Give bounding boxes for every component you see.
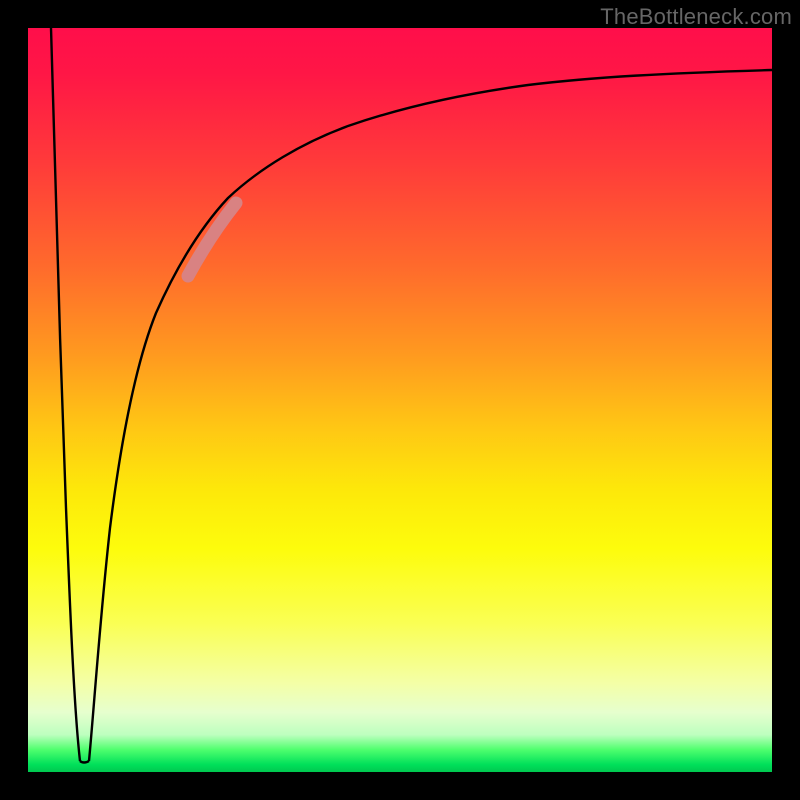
watermark-text: TheBottleneck.com bbox=[600, 4, 792, 30]
left-descending-curve bbox=[51, 28, 80, 761]
valley-bottom bbox=[80, 761, 89, 763]
chart-frame: TheBottleneck.com bbox=[0, 0, 800, 800]
main-ascending-curve bbox=[89, 70, 772, 761]
curve-layer bbox=[28, 28, 772, 772]
plot-area bbox=[28, 28, 772, 772]
